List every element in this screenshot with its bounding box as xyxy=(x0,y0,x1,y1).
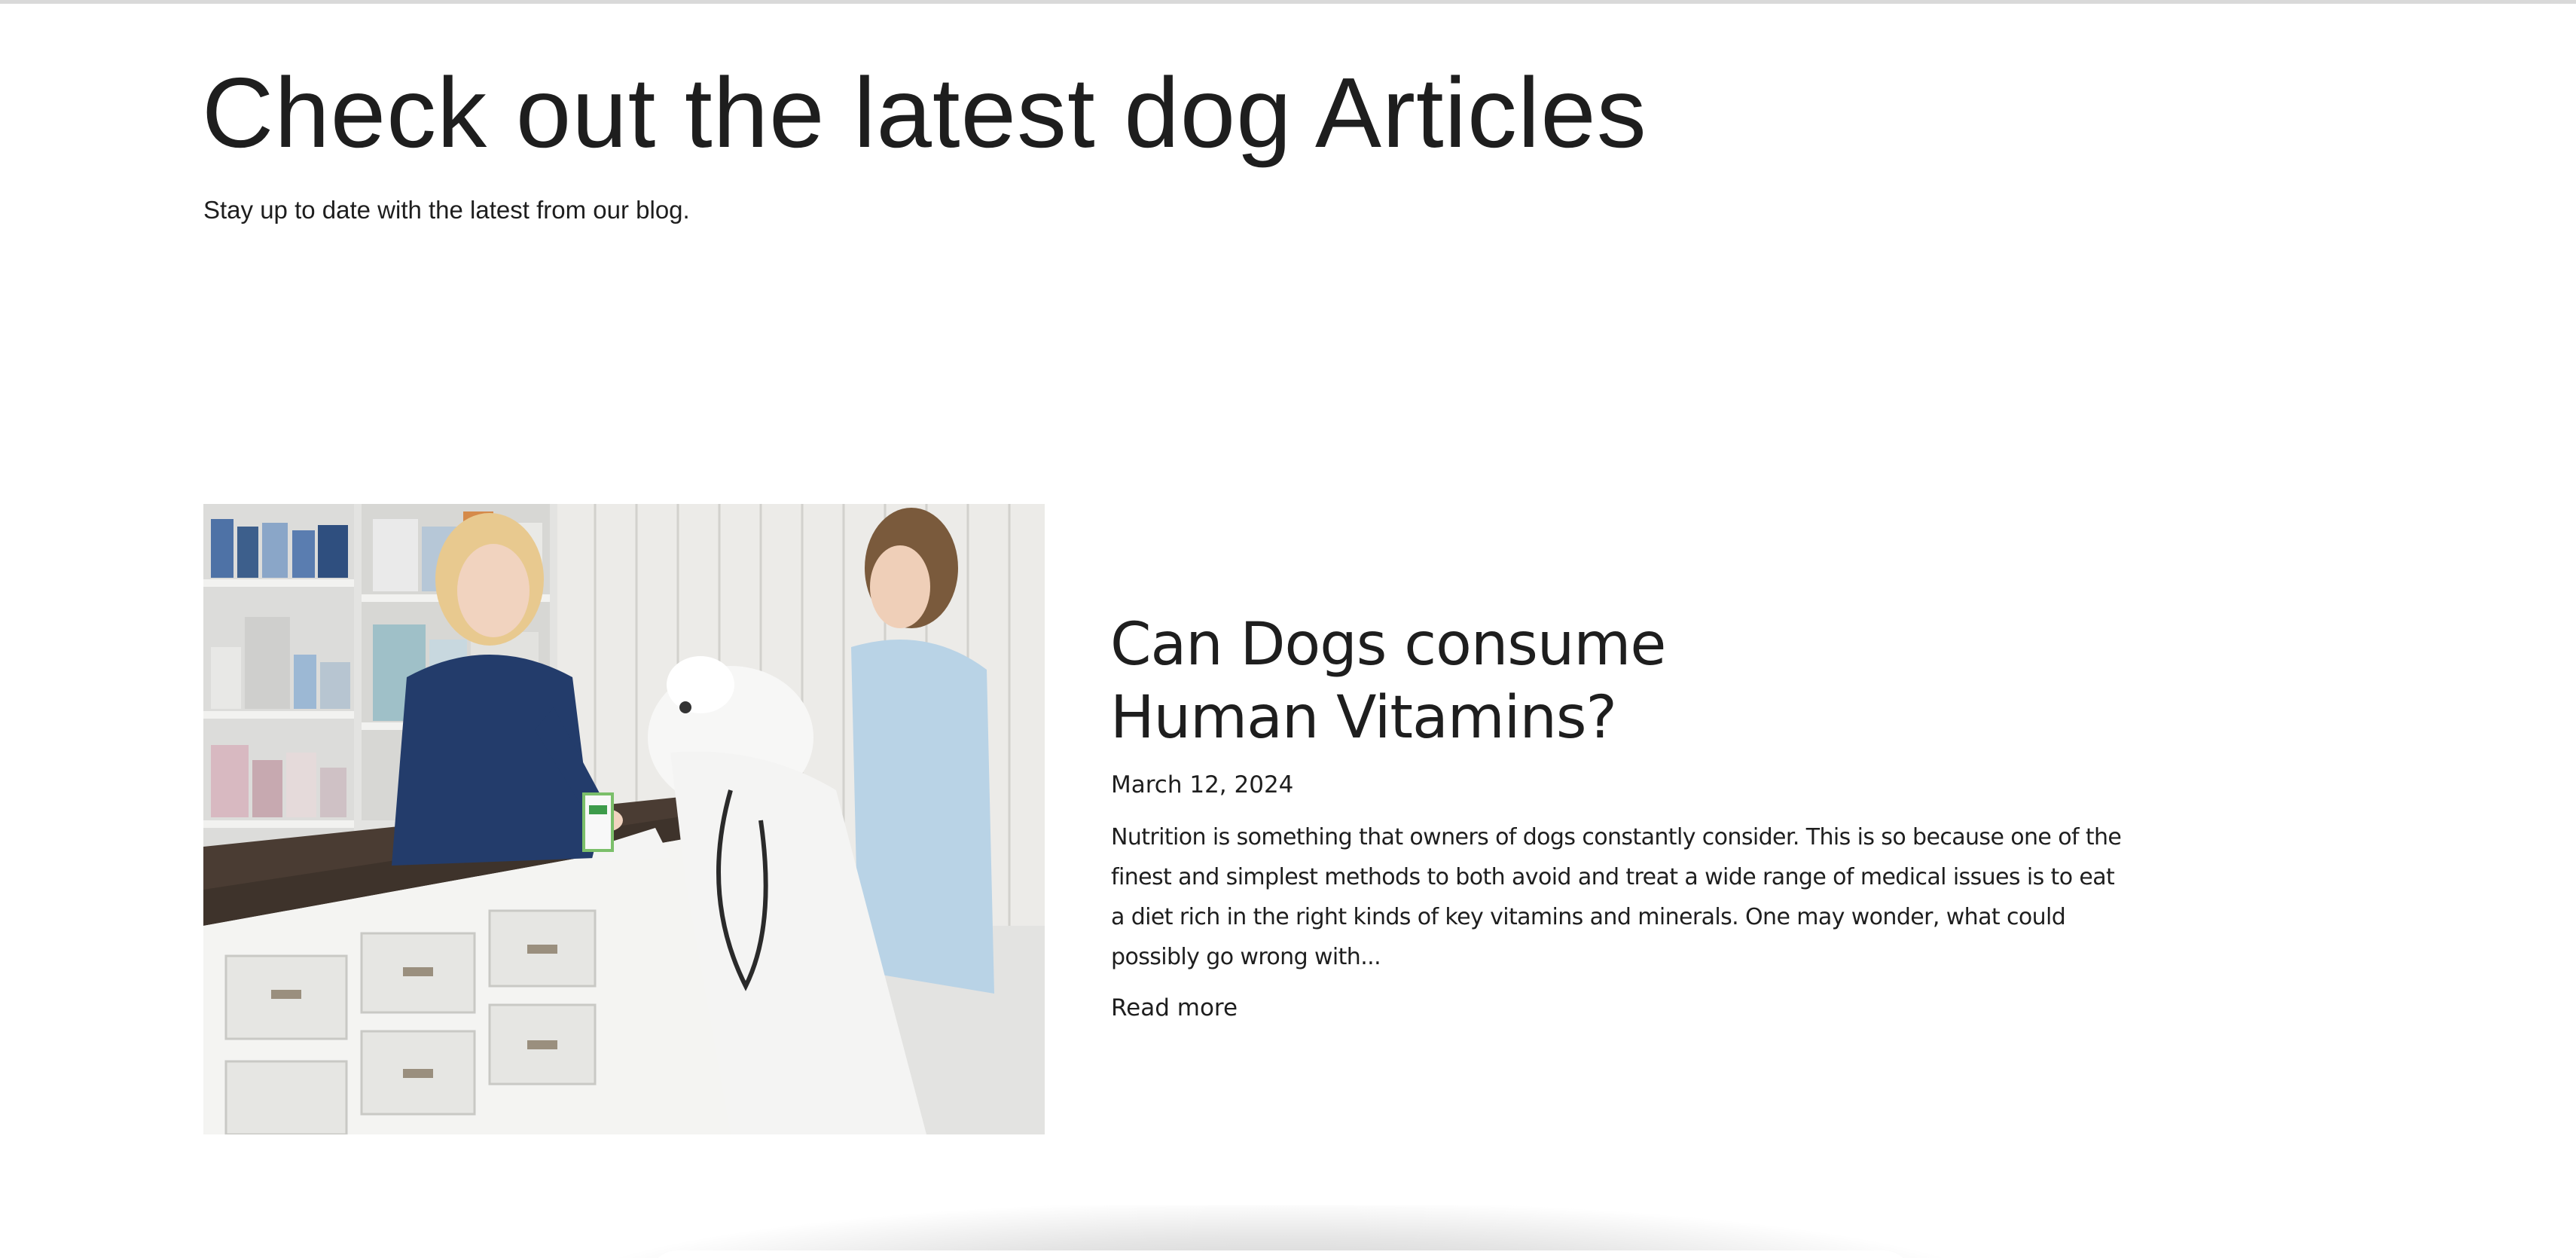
article-date: March 12, 2024 xyxy=(1111,771,1294,798)
article-excerpt-line-2: finest and simplest methods to both avoi… xyxy=(1111,864,2115,890)
article-excerpt-line-1: Nutrition is something that owners of do… xyxy=(1111,824,2122,850)
next-card xyxy=(648,1250,1913,1258)
page-subtitle: Stay up to date with the latest from our… xyxy=(203,196,690,224)
top-border xyxy=(0,0,2576,4)
article-excerpt-line-3: a diet rich in the right kinds of key vi… xyxy=(1111,904,2066,930)
page-title: Check out the latest dog Articles xyxy=(202,57,1647,168)
article-title[interactable]: Can Dogs consume Human Vitamins? xyxy=(1110,609,1666,755)
article-title-line-2[interactable]: Human Vitamins? xyxy=(1110,682,1665,755)
article-excerpt-line-4: possibly go wrong with... xyxy=(1111,944,1381,970)
read-more-link[interactable]: Read more xyxy=(1111,991,1238,1024)
article-excerpt: Nutrition is something that owners of do… xyxy=(1111,817,2122,977)
article-image[interactable] xyxy=(203,504,1045,1134)
blog-page: Check out the latest dog Articles Stay u… xyxy=(0,0,2576,1258)
article-title-line-1[interactable]: Can Dogs consume xyxy=(1110,609,1666,682)
